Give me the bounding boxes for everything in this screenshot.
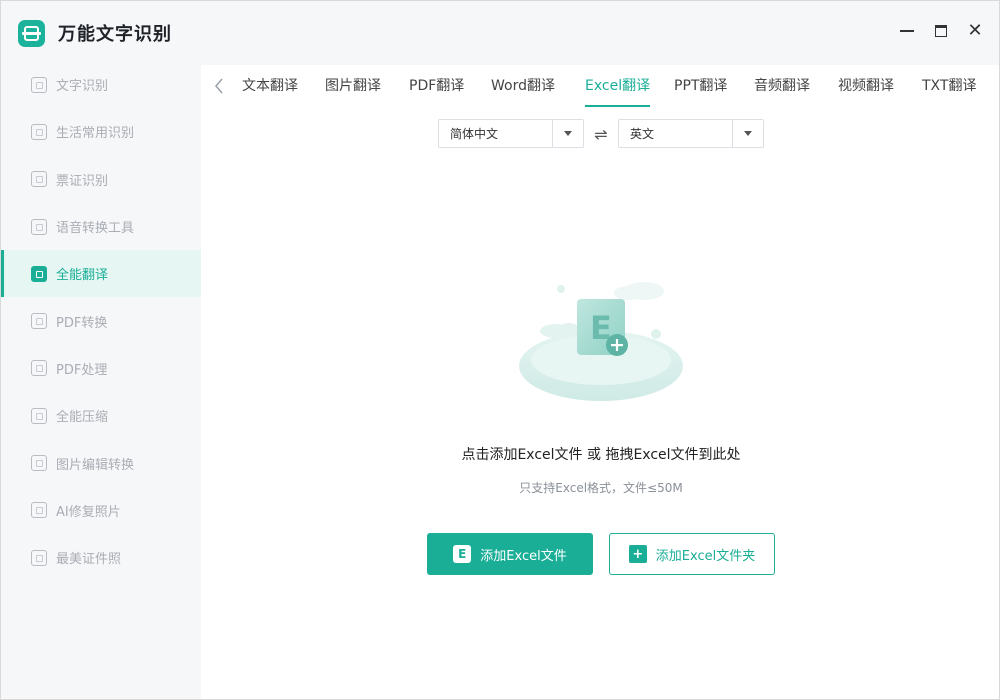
sidebar-item-compress[interactable]: 全能压缩 (1, 392, 201, 439)
sidebar-item-label: 全能翻译 (56, 268, 109, 284)
add-excel-file-button[interactable]: E 添加Excel文件 (427, 533, 593, 575)
sidebar-item-label: 语音转换工具 (56, 221, 135, 237)
sidebar-nav: 文字识别 生活常用识别 票证识别 语音转换工具 全能翻译 PDF转换 PDF处理… (1, 61, 201, 581)
minimize-button[interactable] (895, 19, 919, 43)
sidebar-item-label: AI修复照片 (56, 504, 121, 520)
sidebar-item-label: 文字识别 (56, 79, 109, 95)
sidebar-item-label: 生活常用识别 (56, 126, 135, 142)
sidebar-item-pdf-process[interactable]: PDF处理 (1, 345, 201, 392)
sidebar-item-label: 最美证件照 (56, 552, 122, 568)
tabs-scroll-left-button[interactable] (211, 75, 227, 97)
tab-video-translate[interactable]: 视频翻译 (838, 75, 894, 101)
tab-audio-translate[interactable]: 音频翻译 (754, 75, 810, 101)
tab-excel-translate[interactable]: Excel翻译 (585, 75, 651, 107)
ai-repair-icon (31, 502, 47, 519)
app-title: 万能文字识别 (58, 24, 172, 45)
tab-image-translate[interactable]: 图片翻译 (325, 75, 381, 101)
sidebar-item-label: 票证识别 (56, 173, 109, 189)
sidebar-item-translate[interactable]: 全能翻译 (1, 250, 201, 298)
translate-icon (31, 265, 47, 282)
close-button[interactable]: ✕ (963, 19, 987, 43)
scan-text-icon (31, 76, 47, 93)
compress-icon (31, 407, 47, 424)
sidebar-item-life-ocr[interactable]: 生活常用识别 (1, 108, 201, 155)
tab-text-translate[interactable]: 文本翻译 (242, 75, 298, 101)
close-icon: ✕ (967, 20, 983, 41)
scan-life-icon (31, 123, 47, 140)
image-edit-icon (31, 455, 47, 472)
upload-sub-hint: 只支持Excel格式，文件≤50M (519, 481, 683, 495)
sidebar: 万能文字识别 文字识别 生活常用识别 票证识别 语音转换工具 全能翻译 PDF转… (1, 1, 201, 699)
tab-pdf-translate[interactable]: PDF翻译 (409, 75, 464, 101)
maximize-icon (935, 25, 947, 37)
source-language-value: 简体中文 (450, 127, 499, 141)
excel-file-illustration-icon: E (519, 282, 683, 401)
sidebar-item-label: 全能压缩 (56, 410, 109, 426)
target-language-select[interactable]: 英文 (618, 119, 764, 148)
sidebar-item-voice-tools[interactable]: 语音转换工具 (1, 203, 201, 250)
sidebar-item-text-ocr[interactable]: 文字识别 (1, 61, 201, 108)
app-window: 万能文字识别 文字识别 生活常用识别 票证识别 语音转换工具 全能翻译 PDF转… (0, 0, 1000, 700)
upload-illustration[interactable]: E (511, 271, 691, 411)
folder-add-icon: + (628, 545, 647, 563)
chevron-down-icon (733, 131, 763, 136)
chevron-left-icon (215, 78, 223, 94)
sidebar-item-label: 图片编辑转换 (56, 457, 135, 473)
brand: 万能文字识别 (18, 19, 172, 47)
tab-word-translate[interactable]: Word翻译 (491, 75, 555, 101)
sidebar-item-label: PDF转换 (56, 315, 108, 331)
swap-language-button[interactable]: ⇌ (591, 123, 611, 145)
excel-file-icon: E (453, 545, 472, 563)
target-language-value: 英文 (630, 127, 655, 141)
pdf-process-icon (31, 360, 47, 377)
source-language-select[interactable]: 简体中文 (438, 119, 584, 148)
upload-hint: 点击添加Excel文件 或 拖拽Excel文件到此处 (461, 447, 741, 463)
pdf-convert-icon (31, 313, 47, 330)
add-excel-folder-label: 添加Excel文件夹 (655, 548, 756, 564)
app-logo-icon (18, 19, 45, 47)
add-excel-file-label: 添加Excel文件 (480, 548, 567, 564)
minimize-icon (900, 30, 914, 32)
voice-convert-icon (31, 218, 47, 235)
add-excel-folder-button[interactable]: + 添加Excel文件夹 (609, 533, 775, 575)
sidebar-item-image-edit[interactable]: 图片编辑转换 (1, 439, 201, 486)
sidebar-item-ticket-ocr[interactable]: 票证识别 (1, 156, 201, 203)
scan-ticket-icon (31, 171, 47, 188)
swap-icon: ⇌ (594, 124, 608, 144)
sidebar-item-label: PDF处理 (56, 362, 108, 378)
tab-ppt-translate[interactable]: PPT翻译 (674, 75, 727, 101)
sidebar-item-id-photo[interactable]: 最美证件照 (1, 534, 201, 581)
sidebar-item-ai-repair[interactable]: AI修复照片 (1, 487, 201, 534)
title-bar: ✕ (201, 1, 999, 65)
sidebar-item-pdf-convert[interactable]: PDF转换 (1, 297, 201, 344)
tab-txt-translate[interactable]: TXT翻译 (922, 75, 976, 101)
maximize-button[interactable] (929, 19, 953, 43)
translate-tabs: 文本翻译 图片翻译 PDF翻译 Word翻译 Excel翻译 PPT翻译 音频翻… (201, 65, 999, 109)
chevron-down-icon (553, 131, 583, 136)
id-photo-icon (31, 549, 47, 566)
